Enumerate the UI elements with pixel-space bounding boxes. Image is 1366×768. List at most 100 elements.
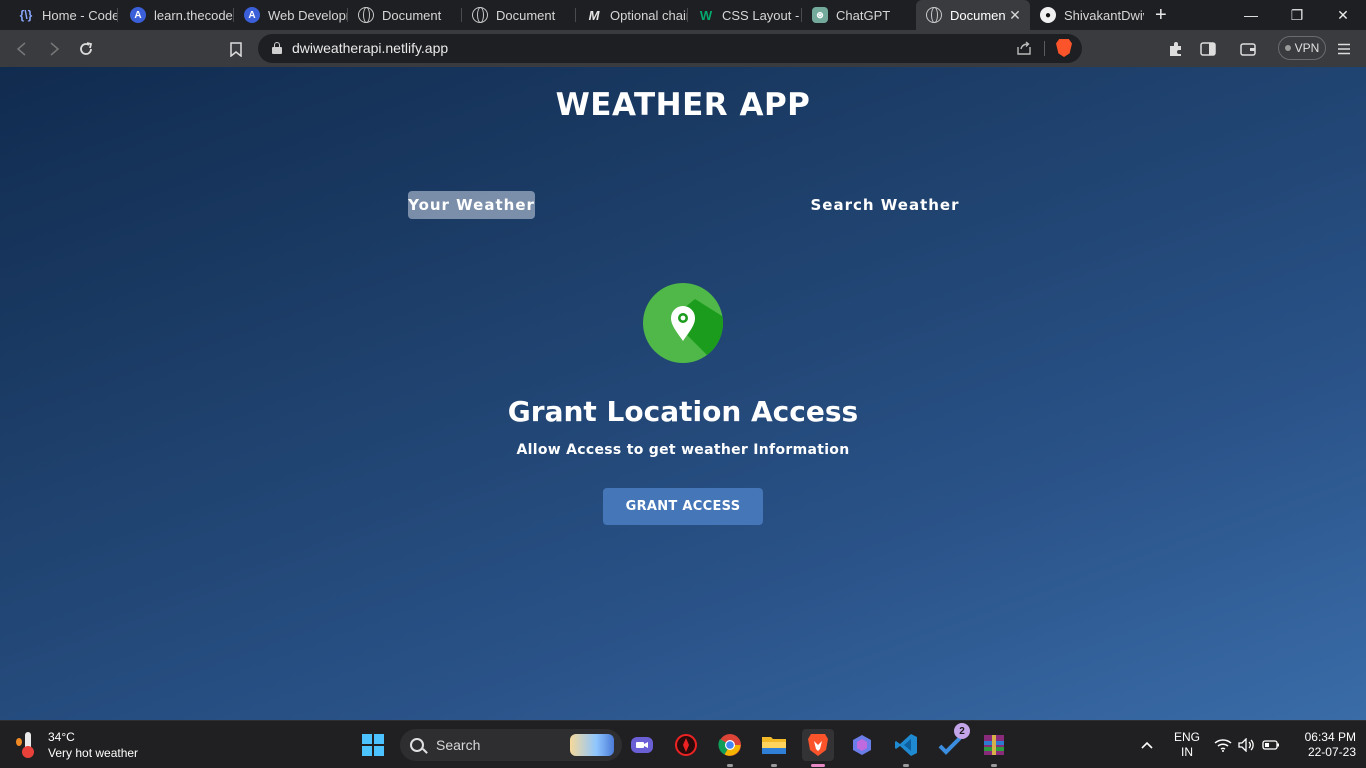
menu-button[interactable] [1333,38,1355,60]
language-indicator[interactable]: ENG IN [1172,721,1202,768]
taskbar-winrar[interactable] [978,729,1010,767]
running-indicator [903,764,909,767]
weather-widget[interactable]: 34°C Very hot weather [16,729,139,761]
tab-title: Web Development [268,7,348,23]
quick-settings-button[interactable] [1214,721,1280,768]
tab-title: Home - CodeHelp [42,7,118,23]
new-tab-button[interactable]: + [1155,5,1167,25]
show-hidden-icons-button[interactable] [1141,721,1153,768]
copilot-icon [853,735,871,755]
search-icon [410,738,424,752]
search-highlight-image [570,734,614,756]
game-launcher-icon [675,734,697,756]
back-button[interactable] [11,38,33,60]
tab-title: Document [496,7,556,23]
sidebar-button[interactable] [1197,38,1219,60]
codehelp-blue-icon: A [244,7,260,23]
tab-document-active[interactable]: Document ✕ [916,0,1030,30]
share-icon[interactable] [1016,40,1032,56]
tab-github[interactable]: ● ShivakantDwivedi [1030,0,1144,30]
close-window-button[interactable]: ✕ [1320,0,1366,30]
tab-chatgpt[interactable]: ⊛ ChatGPT [802,0,916,30]
vpn-button[interactable]: VPN [1278,36,1326,60]
brave-browser-icon [808,734,828,756]
taskbar-todo[interactable]: 2 [934,723,970,761]
sidebar-icon [1200,42,1216,56]
tab-title: Document [950,7,1006,23]
forward-button[interactable] [43,38,65,60]
running-indicator [991,764,997,767]
github-icon: ● [1040,7,1056,23]
tab-title: Document [382,7,442,23]
chatgpt-icon: ⊛ [812,7,828,23]
bookmark-icon [230,41,242,57]
taskbar-copilot[interactable] [846,729,878,761]
tab-document-1[interactable]: Document [348,0,462,30]
hamburger-icon [1338,43,1350,55]
grant-access-heading: Grant Location Access [507,395,859,428]
weather-temperature: 34°C [48,730,75,744]
mdn-icon: M [588,7,600,23]
taskbar-chrome[interactable] [714,729,746,767]
tab-title: Optional chaining [610,7,688,23]
tab-search-weather[interactable]: Search Weather [810,191,960,219]
tab-learn-codehelp[interactable]: A learn.thecodehelp.in [120,0,234,30]
notification-badge: 2 [954,723,970,739]
tab-title: CSS Layout - The display [722,7,802,23]
thermometer-icon [16,732,36,758]
region-label: IN [1181,745,1193,759]
grant-access-button[interactable]: GRANT ACCESS [603,488,763,525]
tab-optional-chaining[interactable]: M Optional chaining [576,0,688,30]
taskbar-game-app[interactable] [670,729,702,761]
taskbar-brave[interactable] [802,729,834,767]
tab-your-weather[interactable]: Your Weather [408,191,535,219]
battery-icon [1262,740,1279,750]
weather-description: Very hot weather [48,746,139,760]
bookmark-button[interactable] [225,38,247,60]
volume-icon [1238,738,1254,752]
globe-icon [926,7,942,23]
running-indicator [727,764,733,767]
tab-css-layout[interactable]: W CSS Layout - The display [688,0,802,30]
clock-time: 06:34 PM [1304,730,1356,744]
grant-access-subtitle: Allow Access to get weather Information [516,442,850,458]
folder-icon [762,737,786,754]
weather-app-page: WEATHER APP Your Weather Search Weather … [0,67,1366,720]
clock-date: 22-07-23 [1307,745,1356,759]
chevron-up-icon [1141,741,1153,749]
taskbar-search[interactable]: Search [400,729,622,761]
tab-codehelp-home[interactable]: {\} Home - CodeHelp [8,0,118,30]
wallet-button[interactable] [1237,38,1259,60]
globe-icon [358,7,374,23]
tab-title: ChatGPT [836,7,891,23]
address-bar[interactable]: dwiweatherapi.netlify.app [258,34,1082,63]
codehelp-blue-icon: A [130,7,146,23]
taskbar-vscode[interactable] [890,729,922,767]
maximize-button[interactable]: ❐ [1274,0,1320,30]
active-indicator [811,764,825,767]
taskbar-meet-app[interactable] [626,729,658,761]
windows-logo-icon [362,734,384,756]
forward-arrow-icon [50,42,60,56]
globe-icon [472,7,488,23]
reload-button[interactable] [75,38,97,60]
minimize-button[interactable]: — [1228,0,1274,30]
chrome-icon [718,734,741,756]
close-tab-icon[interactable]: ✕ [1006,7,1024,24]
reload-icon [80,42,93,55]
extensions-button[interactable] [1165,38,1187,60]
brave-shields-icon[interactable] [1056,39,1072,57]
language-label: ENG [1173,730,1200,744]
wallet-icon [1240,43,1256,56]
back-arrow-icon [16,42,26,56]
vscode-icon [895,734,917,756]
taskbar-file-explorer[interactable] [758,729,790,767]
tab-document-2[interactable]: Document [462,0,576,30]
page-title: WEATHER APP [555,87,811,123]
clock[interactable]: 06:34 PM 22-07-23 [1290,721,1356,768]
start-button[interactable] [357,729,389,761]
url-text[interactable]: dwiweatherapi.netlify.app [292,40,448,56]
location-pin-icon [643,283,723,363]
vpn-label: VPN [1294,41,1320,55]
tab-web-development[interactable]: A Web Development [234,0,348,30]
